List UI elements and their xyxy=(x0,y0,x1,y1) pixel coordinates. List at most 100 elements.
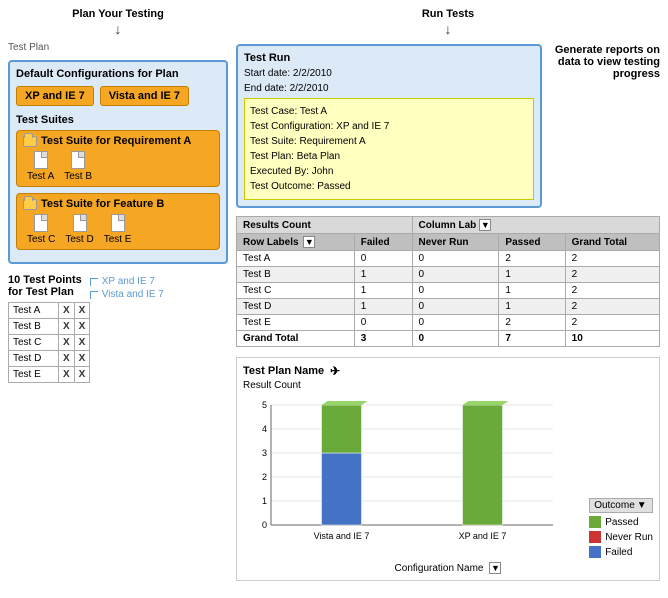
doc-icon-c xyxy=(34,214,48,232)
test-item-d: Test D xyxy=(65,214,93,245)
table-row: Test C1012 xyxy=(237,283,660,299)
legend-passed: Passed xyxy=(589,516,653,528)
chart-title: Test Plan Name xyxy=(243,365,324,377)
chart-svg: 543210Vista and IE 7XP and IE 7 xyxy=(243,395,563,555)
svg-text:Vista and IE 7: Vista and IE 7 xyxy=(314,531,370,541)
outcome-label: Outcome xyxy=(594,500,635,511)
legend-never-run-color xyxy=(589,531,601,543)
suite-a-tests: Test A Test B xyxy=(23,151,213,182)
test-item-b: Test B xyxy=(64,151,92,182)
chart-icon: ✈ xyxy=(330,364,340,378)
legend-failed-label: Failed xyxy=(605,547,632,558)
legend-failed: Failed xyxy=(589,546,653,558)
tooltip-test-plan: Test Plan: Beta Plan xyxy=(250,149,528,164)
bracket-vista: Vista and IE 7 xyxy=(90,289,164,300)
column-lab-cell: Column Lab ▼ xyxy=(419,219,653,231)
doc-icon-a xyxy=(34,151,48,169)
tooltip-test-case: Test Case: Test A xyxy=(250,104,528,119)
plan-box-title: Default Configurations for Plan xyxy=(16,68,220,80)
run-area: Test Run Start date: 2/2/2010 End date: … xyxy=(236,44,660,208)
doc-icon-b xyxy=(71,151,85,169)
row-labels-dropdown[interactable]: ▼ xyxy=(303,236,315,248)
col-never-run: Never Run xyxy=(412,234,499,251)
test-item-a: Test A xyxy=(27,151,54,182)
test-plan-label: Test Plan xyxy=(8,42,228,53)
tooltip-test-outcome: Test Outcome: Passed xyxy=(250,179,528,194)
doc-icon-e xyxy=(111,214,125,232)
chart-title-row: Test Plan Name ✈ xyxy=(243,364,653,378)
doc-icon-d xyxy=(73,214,87,232)
svg-text:0: 0 xyxy=(262,520,267,530)
right-panel: Run Tests ↓ Test Run Start date: 2/2/201… xyxy=(236,8,660,581)
suite-b-tests: Test C Test D Test E xyxy=(23,214,213,245)
tooltip-executed-by: Executed By: John xyxy=(250,164,528,179)
run-arrow-down: ↓ xyxy=(236,22,660,36)
chart-svg-area: 543210Vista and IE 7XP and IE 7 xyxy=(243,395,581,558)
results-header-row: Results Count Column Lab ▼ xyxy=(237,217,660,234)
table-row: Test CXX xyxy=(9,335,90,351)
test-points-section: 10 Test Points for Test Plan XP and IE 7… xyxy=(8,274,228,383)
test-item-e: Test E xyxy=(104,214,132,245)
table-row: Test EXX xyxy=(9,367,90,383)
test-run-box: Test Run Start date: 2/2/2010 End date: … xyxy=(236,44,542,208)
config-name-label: Configuration Name xyxy=(395,563,484,574)
plan-arrow-down: ↓ xyxy=(8,22,228,36)
plan-box: Default Configurations for Plan XP and I… xyxy=(8,60,228,264)
svg-text:2: 2 xyxy=(262,472,267,482)
results-count-header: Results Count xyxy=(237,217,413,234)
result-count-label: Result Count xyxy=(243,380,653,391)
left-panel: Plan Your Testing ↓ Test Plan Default Co… xyxy=(8,8,228,581)
config-btn-xp[interactable]: XP and IE 7 xyxy=(16,86,94,106)
table-row: Test DXX xyxy=(9,351,90,367)
svg-text:5: 5 xyxy=(262,400,267,410)
config-name-dropdown[interactable]: ▼ xyxy=(489,562,501,574)
chart-area: Test Plan Name ✈ Result Count 543210Vist… xyxy=(236,357,660,581)
table-row: Test E0022 xyxy=(237,315,660,331)
config-buttons-container: XP and IE 7 Vista and IE 7 xyxy=(16,86,220,106)
legend-never-run-label: Never Run xyxy=(605,532,653,543)
config-name-row: Configuration Name ▼ xyxy=(243,562,653,574)
chart-legend: Outcome ▼ Passed Never Run Failed xyxy=(589,488,653,558)
config-btn-vista[interactable]: Vista and IE 7 xyxy=(100,86,189,106)
table-row: Test BXX xyxy=(9,319,90,335)
suites-label: Test Suites xyxy=(16,114,220,126)
results-sub-header: Row Labels ▼ Failed Never Run Passed Gra… xyxy=(237,234,660,251)
suite-a-box: Test Suite for Requirement A Test A Test… xyxy=(16,130,220,187)
test-points-title: 10 Test Points for Test Plan xyxy=(8,274,82,298)
col-passed: Passed xyxy=(499,234,565,251)
legend-never-run: Never Run xyxy=(589,531,653,543)
legend-passed-color xyxy=(589,516,601,528)
legend-passed-label: Passed xyxy=(605,517,638,528)
col-grand-total: Grand Total xyxy=(565,234,659,251)
outcome-dropdown[interactable]: Outcome ▼ xyxy=(589,498,653,513)
generate-label: Generate reports on data to view testing… xyxy=(550,44,660,80)
grand-total-row: Grand Total30710 xyxy=(237,331,660,347)
chart-body: 543210Vista and IE 7XP and IE 7 Outcome … xyxy=(243,395,653,558)
table-row: Test B1012 xyxy=(237,267,660,283)
suite-b-box: Test Suite for Feature B Test C Test D T… xyxy=(16,193,220,250)
tooltip-box: Test Case: Test A Test Configuration: XP… xyxy=(244,98,534,200)
outcome-arrow: ▼ xyxy=(637,500,647,511)
suite-a-title: Test Suite for Requirement A xyxy=(23,135,213,147)
svg-text:3: 3 xyxy=(262,448,267,458)
legend-failed-color xyxy=(589,546,601,558)
table-row: Test A0022 xyxy=(237,251,660,267)
svg-text:1: 1 xyxy=(262,496,267,506)
col-row-labels: Row Labels ▼ xyxy=(237,234,355,251)
end-date: End date: 2/2/2010 xyxy=(244,83,534,94)
folder-icon-b xyxy=(23,199,37,210)
tooltip-test-suite: Test Suite: Requirement A xyxy=(250,134,528,149)
folder-icon-a xyxy=(23,136,37,147)
bracket-xp: XP and IE 7 xyxy=(90,276,164,287)
results-table: Results Count Column Lab ▼ Row Labels xyxy=(236,216,660,347)
column-lab-label: Column Lab xyxy=(419,220,477,231)
tooltip-test-config: Test Configuration: XP and IE 7 xyxy=(250,119,528,134)
col-failed: Failed xyxy=(354,234,412,251)
test-item-c: Test C xyxy=(27,214,55,245)
table-row: Test AXX xyxy=(9,303,90,319)
column-lab-dropdown[interactable]: ▼ xyxy=(479,219,491,231)
run-tests-title: Run Tests xyxy=(236,8,660,20)
points-table: Test AXXTest BXXTest CXXTest DXXTest EXX xyxy=(8,302,90,383)
start-date: Start date: 2/2/2010 xyxy=(244,68,534,79)
svg-text:XP and IE 7: XP and IE 7 xyxy=(459,531,507,541)
